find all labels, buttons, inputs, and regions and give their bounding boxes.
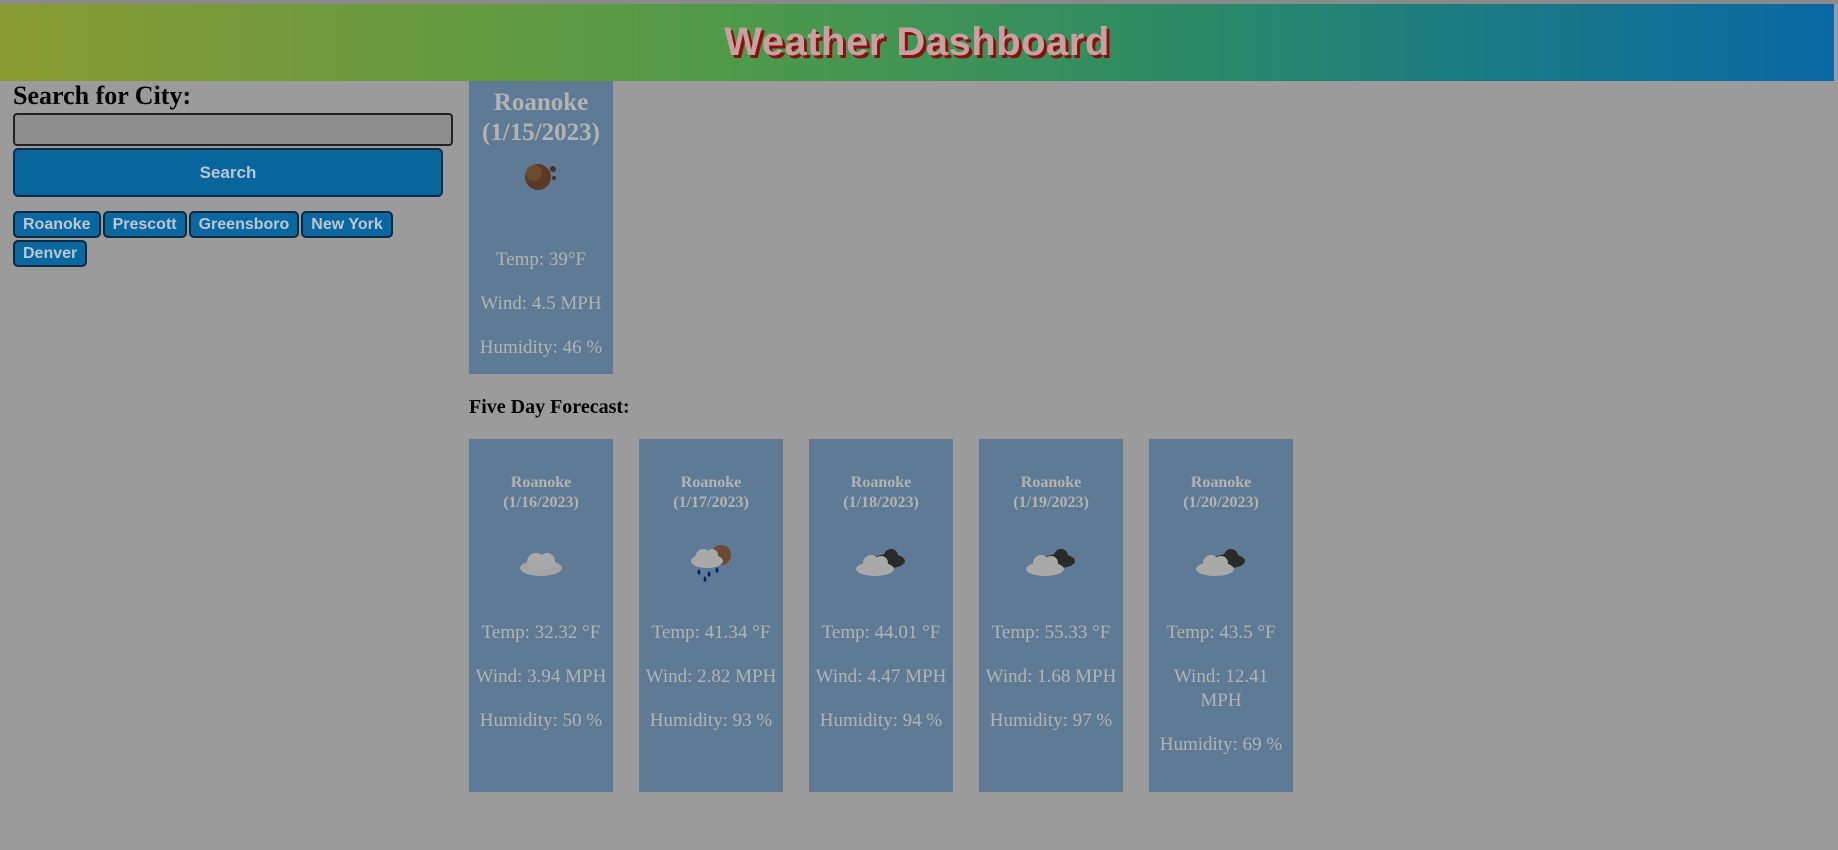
forecast-humidity: Humidity: 94 % bbox=[819, 710, 943, 731]
search-button[interactable]: Search bbox=[13, 148, 443, 197]
search-label: Search for City: bbox=[13, 81, 192, 110]
history-button-new-york[interactable]: New York bbox=[301, 211, 393, 238]
history-button-greensboro[interactable]: Greensboro bbox=[188, 211, 300, 238]
forecast-heading: Five Day Forecast: bbox=[469, 396, 630, 418]
broken-clouds-icon bbox=[813, 539, 949, 587]
forecast-row: Roanoke (1/16/2023) Temp: 32.32 °F Wind:… bbox=[469, 439, 1293, 792]
forecast-card: Roanoke (1/19/2023) Temp: 55.33 °F Wind:… bbox=[979, 439, 1123, 792]
history-button-prescott[interactable]: Prescott bbox=[102, 211, 187, 238]
forecast-card: Roanoke (1/16/2023) Temp: 32.32 °F Wind:… bbox=[469, 439, 613, 792]
forecast-city-date: Roanoke (1/17/2023) bbox=[673, 474, 749, 511]
forecast-temp: Temp: 41.34 °F bbox=[651, 622, 771, 643]
forecast-city-date: Roanoke (1/16/2023) bbox=[503, 474, 579, 511]
city-search-input[interactable] bbox=[13, 113, 453, 146]
forecast-wind: Wind: 2.82 MPH bbox=[645, 666, 777, 687]
current-humidity: Humidity: 46 % bbox=[479, 337, 603, 358]
forecast-temp: Temp: 55.33 °F bbox=[991, 622, 1111, 643]
search-panel: Search for City: Search Roanoke Prescott… bbox=[13, 81, 453, 267]
current-temp: Temp: 39°F bbox=[495, 249, 587, 270]
page-header: Weather Dashboard bbox=[0, 4, 1834, 81]
forecast-humidity: Humidity: 50 % bbox=[479, 710, 603, 731]
page-title: Weather Dashboard bbox=[724, 20, 1110, 64]
forecast-city-date: Roanoke (1/20/2023) bbox=[1183, 474, 1259, 511]
current-wind: Wind: 4.5 MPH bbox=[480, 293, 602, 314]
history-button-denver[interactable]: Denver bbox=[13, 240, 88, 267]
forecast-temp: Temp: 44.01 °F bbox=[821, 622, 941, 643]
forecast-humidity: Humidity: 93 % bbox=[649, 710, 773, 731]
forecast-city-date: Roanoke (1/18/2023) bbox=[843, 474, 919, 511]
forecast-card: Roanoke (1/20/2023) Temp: 43.5 °F Wind: … bbox=[1149, 439, 1293, 792]
rain-cloud-icon bbox=[643, 539, 779, 587]
forecast-card: Roanoke (1/18/2023) Temp: 44.01 °F Wind:… bbox=[809, 439, 953, 792]
forecast-wind: Wind: 1.68 MPH bbox=[985, 666, 1117, 687]
forecast-wind: Wind: 3.94 MPH bbox=[475, 666, 607, 687]
history-button-roanoke[interactable]: Roanoke bbox=[13, 211, 101, 238]
broken-clouds-icon bbox=[1153, 539, 1289, 587]
forecast-city-date: Roanoke (1/19/2023) bbox=[1013, 474, 1089, 511]
forecast-humidity: Humidity: 69 % bbox=[1159, 734, 1283, 755]
cloud-icon bbox=[473, 539, 609, 587]
forecast-wind: Wind: 12.41 MPH bbox=[1173, 666, 1269, 711]
forecast-humidity: Humidity: 97 % bbox=[989, 710, 1113, 731]
moon-icon bbox=[469, 152, 613, 200]
current-city-date: Roanoke (1/15/2023) bbox=[481, 89, 601, 146]
forecast-temp: Temp: 32.32 °F bbox=[481, 622, 601, 643]
broken-clouds-icon bbox=[983, 539, 1119, 587]
forecast-card: Roanoke (1/17/2023) Temp: 41.34 °F Wind:… bbox=[639, 439, 783, 792]
forecast-wind: Wind: 4.47 MPH bbox=[815, 666, 947, 687]
search-history: Roanoke Prescott Greensboro New York Den… bbox=[13, 211, 443, 267]
current-weather-card: Roanoke (1/15/2023) Temp: 39°F Wind: 4.5… bbox=[469, 81, 613, 374]
forecast-temp: Temp: 43.5 °F bbox=[1166, 622, 1276, 643]
